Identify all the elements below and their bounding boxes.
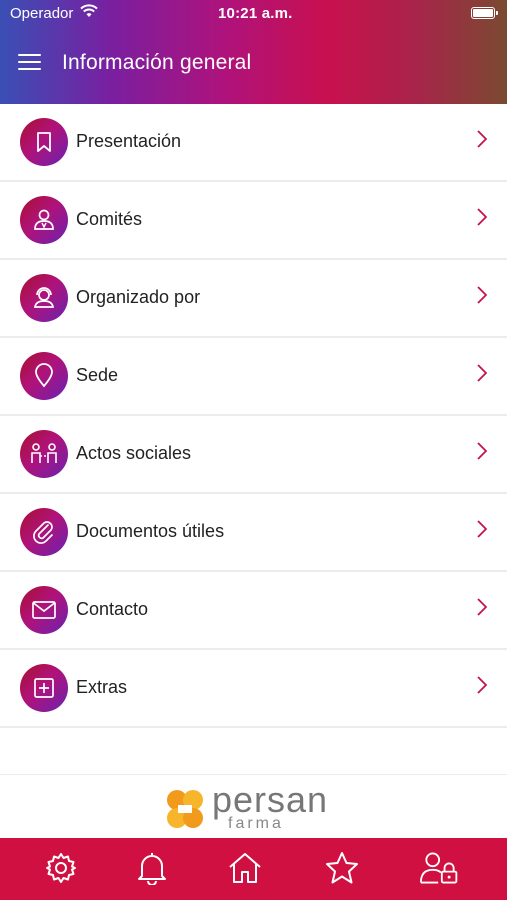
menu-item-contacto[interactable]: Contacto <box>0 572 507 650</box>
chevron-right-icon <box>477 442 488 465</box>
carrier-label: Operador <box>10 5 74 22</box>
menu-item-sede[interactable]: Sede <box>0 338 507 416</box>
page-title: Información general <box>62 51 252 74</box>
home-icon[interactable] <box>225 848 265 888</box>
wifi-icon <box>80 4 98 22</box>
menu-item-label: Comités <box>76 209 143 229</box>
chevron-right-icon <box>477 364 488 387</box>
menu-item-presentacion[interactable]: Presentación <box>0 104 507 182</box>
clock: 10:21 a.m. <box>218 5 293 22</box>
menu-list: Presentación Comités Organizado por Sede… <box>0 104 507 728</box>
brand-sub: farma <box>228 815 284 832</box>
status-bar: Operador 10:21 a.m. <box>0 0 507 28</box>
plus-square-icon <box>20 664 68 712</box>
navigation-bar: Información general <box>0 40 507 90</box>
paperclip-icon <box>20 508 68 556</box>
menu-item-label: Documentos útiles <box>76 521 225 541</box>
bell-icon[interactable] <box>132 848 172 888</box>
menu-item-label: Sede <box>76 365 119 385</box>
bookmark-icon <box>20 118 68 166</box>
chevron-right-icon <box>477 520 488 543</box>
menu-item-comites[interactable]: Comités <box>0 182 507 260</box>
chevron-right-icon <box>477 130 488 153</box>
menu-item-label: Organizado por <box>76 287 201 307</box>
envelope-icon <box>20 586 68 634</box>
chevron-right-icon <box>477 286 488 309</box>
header: Operador 10:21 a.m. Información general <box>0 0 507 104</box>
user-lock-icon[interactable] <box>420 848 460 888</box>
clover-icon <box>167 790 203 828</box>
sponsor-banner: persan farma <box>0 774 507 839</box>
map-pin-icon <box>20 352 68 400</box>
menu-item-label: Contacto <box>76 599 149 619</box>
organizer-icon <box>20 274 68 322</box>
chevron-right-icon <box>477 208 488 231</box>
menu-item-label: Actos sociales <box>76 443 192 463</box>
menu-item-label: Presentación <box>76 131 182 151</box>
gear-icon[interactable] <box>41 848 81 888</box>
menu-item-actos-sociales[interactable]: Actos sociales <box>0 416 507 494</box>
menu-item-label: Extras <box>76 677 128 697</box>
tab-bar <box>0 838 507 900</box>
battery-icon <box>471 7 498 19</box>
menu-item-organizado-por[interactable]: Organizado por <box>0 260 507 338</box>
people-icon <box>20 430 68 478</box>
persan-logo: persan farma <box>160 779 350 835</box>
star-icon[interactable] <box>322 848 362 888</box>
person-icon <box>20 196 68 244</box>
hamburger-icon[interactable] <box>18 52 42 72</box>
menu-item-documentos-utiles[interactable]: Documentos útiles <box>0 494 507 572</box>
menu-item-extras[interactable]: Extras <box>0 650 507 728</box>
chevron-right-icon <box>477 598 488 621</box>
chevron-right-icon <box>477 676 488 699</box>
